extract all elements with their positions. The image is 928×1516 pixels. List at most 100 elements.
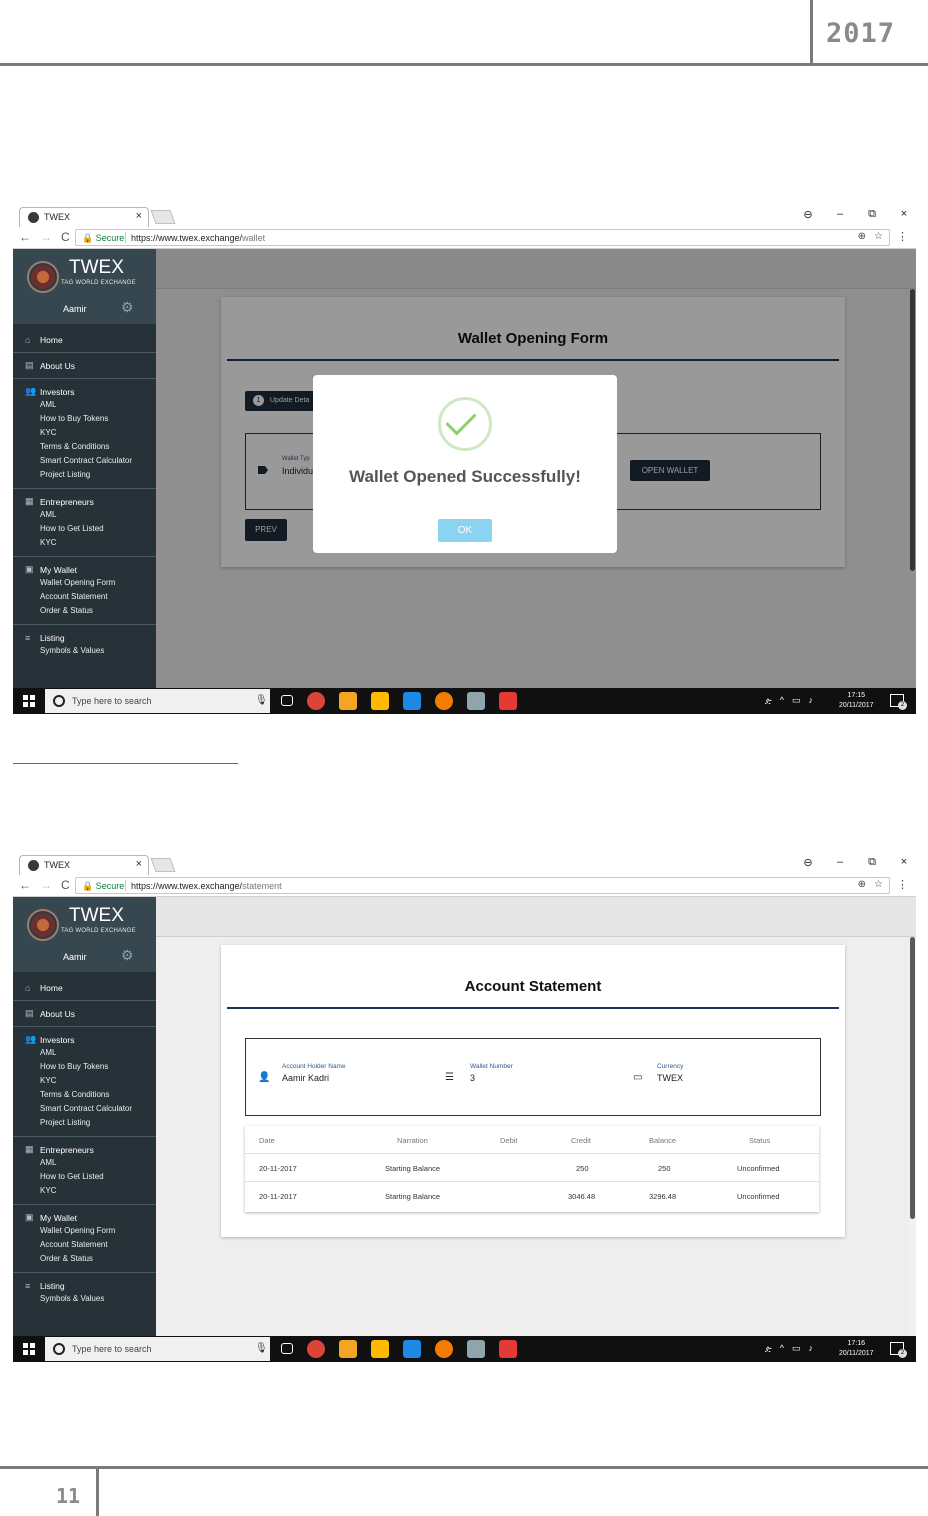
browser-menu-icon[interactable]: ⋮ [897,878,908,891]
minimize-icon[interactable]: – [834,856,846,869]
volume-icon[interactable]: ♪ [809,1343,814,1354]
sidebar-item-entrepreneurs-kyc[interactable]: KYC [13,1184,156,1198]
taskbar-search[interactable]: Type here to search 🎙 [45,1337,270,1361]
xampp-icon[interactable] [339,692,357,710]
sidebar-item-terms[interactable]: Terms & Conditions [13,440,156,454]
sidebar-item-investors-aml[interactable]: AML [13,1046,156,1060]
bookmark-star-icon[interactable]: ☆ [874,879,883,890]
taskbar-clock[interactable]: 17:15 20/11/2017 [839,691,874,711]
browser-tab[interactable]: TWEX × [19,855,149,875]
sidebar-item-home[interactable]: ⌂ Home [13,333,156,346]
sidebar-item-entrepreneurs-kyc[interactable]: KYC [13,536,156,550]
postman-icon[interactable] [435,692,453,710]
profile-icon[interactable]: ⊖ [802,208,814,221]
back-icon[interactable]: ← [19,878,31,892]
new-tab-button[interactable] [150,210,176,224]
chrome-icon[interactable] [307,692,325,710]
sidebar-item-wallet-form[interactable]: Wallet Opening Form [13,576,156,590]
scrollbar-thumb[interactable] [910,937,915,1219]
windows-start-icon[interactable] [23,695,35,707]
snipping-icon[interactable] [499,1340,517,1358]
sidebar-item-entrepreneurs[interactable]: ▦ Entrepreneurs [13,1143,156,1156]
volume-icon[interactable]: ♪ [809,695,814,706]
bookmark-star-icon[interactable]: ☆ [874,231,883,242]
tab-close-icon[interactable]: × [136,210,142,222]
sidebar-item-account-statement[interactable]: Account Statement [13,590,156,604]
zoom-icon[interactable]: ⊕ [858,231,866,242]
chevron-up-icon[interactable]: ^ [780,695,784,706]
mic-icon[interactable]: 🎙 [255,695,268,706]
notepad-icon[interactable] [467,1340,485,1358]
vscode-icon[interactable] [403,692,421,710]
sidebar-item-calculator[interactable]: Smart Contract Calculator [13,454,156,468]
sidebar-item-symbols[interactable]: Symbols & Values [13,1292,156,1306]
file-explorer-icon[interactable] [371,692,389,710]
task-view-icon[interactable] [281,695,293,706]
sidebar-item-account-statement[interactable]: Account Statement [13,1238,156,1252]
windows-start-icon[interactable] [23,1343,35,1355]
snipping-icon[interactable] [499,692,517,710]
taskbar-search[interactable]: Type here to search 🎙 [45,689,270,713]
sidebar-item-my-wallet[interactable]: ▣ My Wallet [13,563,156,576]
sidebar-item-get-listed[interactable]: How to Get Listed [13,522,156,536]
sidebar-item-listing[interactable]: ≡ Listing [13,1279,156,1292]
task-view-icon[interactable] [281,1343,293,1354]
sidebar-item-about[interactable]: ▤ About Us [13,1007,156,1020]
sidebar-item-wallet-form[interactable]: Wallet Opening Form [13,1224,156,1238]
vscode-icon[interactable] [403,1340,421,1358]
notification-icon[interactable]: 2 [890,1342,907,1358]
xampp-icon[interactable] [339,1340,357,1358]
sidebar-item-order-status[interactable]: Order & Status [13,1252,156,1266]
taskbar-clock[interactable]: 17:16 20/11/2017 [839,1339,874,1359]
network-icon[interactable]: ▭ [792,1343,801,1354]
sidebar-item-terms[interactable]: Terms & Conditions [13,1088,156,1102]
network-icon[interactable]: ▭ [792,695,801,706]
sidebar-item-investors-kyc[interactable]: KYC [13,1074,156,1088]
browser-tab[interactable]: TWEX × [19,207,149,227]
url-input[interactable]: 🔒 Secure https://www.twex.exchange/state… [75,877,890,894]
restore-icon[interactable]: ⧉ [866,856,878,869]
sidebar-item-calculator[interactable]: Smart Contract Calculator [13,1102,156,1116]
notification-icon[interactable]: 2 [890,694,907,710]
sidebar-item-order-status[interactable]: Order & Status [13,604,156,618]
sidebar-item-about[interactable]: ▤ About Us [13,359,156,372]
chevron-up-icon[interactable]: ^ [780,1343,784,1354]
sidebar-item-investors-kyc[interactable]: KYC [13,426,156,440]
reload-icon[interactable]: C [61,230,70,244]
sidebar-item-investors[interactable]: 👥 Investors [13,1033,156,1046]
sidebar-item-listing[interactable]: ≡ Listing [13,631,156,644]
close-window-icon[interactable]: × [898,208,910,221]
forward-icon[interactable]: → [40,878,52,892]
gear-icon[interactable]: ⚙ [121,299,134,316]
people-tray-icon[interactable]: ዽ [765,695,772,706]
sidebar-item-my-wallet[interactable]: ▣ My Wallet [13,1211,156,1224]
chrome-icon[interactable] [307,1340,325,1358]
modal-overlay[interactable]: Wallet Opened Successfully! OK [156,249,916,688]
tab-close-icon[interactable]: × [136,858,142,870]
postman-icon[interactable] [435,1340,453,1358]
mic-icon[interactable]: 🎙 [255,1343,268,1354]
notepad-icon[interactable] [467,692,485,710]
new-tab-button[interactable] [150,858,176,872]
sidebar-item-investors-aml[interactable]: AML [13,398,156,412]
sidebar-item-get-listed[interactable]: How to Get Listed [13,1170,156,1184]
reload-icon[interactable]: C [61,878,70,892]
back-icon[interactable]: ← [19,230,31,244]
gear-icon[interactable]: ⚙ [121,947,134,964]
browser-menu-icon[interactable]: ⋮ [897,230,908,243]
sidebar-item-buy-tokens[interactable]: How to Buy Tokens [13,1060,156,1074]
minimize-icon[interactable]: – [834,208,846,221]
sidebar-item-home[interactable]: ⌂ Home [13,981,156,994]
url-input[interactable]: 🔒 Secure https://www.twex.exchange/walle… [75,229,890,246]
sidebar-item-project-listing[interactable]: Project Listing [13,1116,156,1130]
file-explorer-icon[interactable] [371,1340,389,1358]
sidebar-item-investors[interactable]: 👥 Investors [13,385,156,398]
restore-icon[interactable]: ⧉ [866,208,878,221]
people-tray-icon[interactable]: ዽ [765,1343,772,1354]
sidebar-item-buy-tokens[interactable]: How to Buy Tokens [13,412,156,426]
ok-button[interactable]: OK [438,519,492,542]
zoom-icon[interactable]: ⊕ [858,879,866,890]
sidebar-item-project-listing[interactable]: Project Listing [13,468,156,482]
sidebar-item-symbols[interactable]: Symbols & Values [13,644,156,658]
sidebar-item-entrepreneurs-aml[interactable]: AML [13,508,156,522]
